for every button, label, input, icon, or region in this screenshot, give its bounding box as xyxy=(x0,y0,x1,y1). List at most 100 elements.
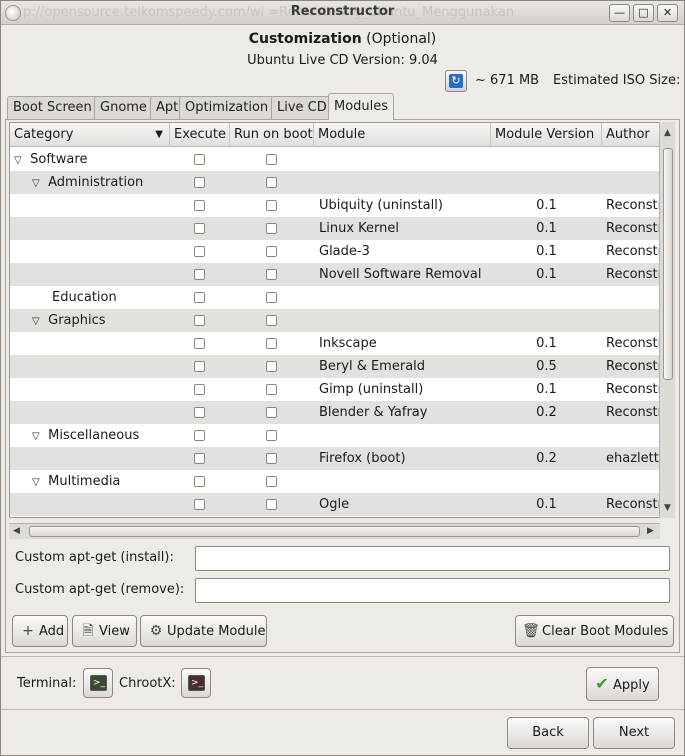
terminal-button[interactable]: >_ xyxy=(83,668,113,698)
run-on-boot-checkbox[interactable] xyxy=(266,476,277,487)
tab-gnome[interactable]: Gnome xyxy=(94,96,153,119)
back-button[interactable]: Back xyxy=(507,717,589,749)
apply-button[interactable]: ✔ Apply xyxy=(586,667,659,701)
tree-row[interactable]: ▽ Graphics xyxy=(10,309,659,332)
tree-row[interactable]: Novell Software Removal 0.1 Reconstr xyxy=(10,263,660,286)
run-on-boot-checkbox[interactable] xyxy=(266,407,277,418)
expander-icon[interactable]: ▽ xyxy=(32,310,44,332)
modules-tree[interactable]: Category ▼ Execute Run on boot Module Mod… xyxy=(9,122,660,518)
author-cell: Reconstr xyxy=(606,267,660,282)
execute-checkbox[interactable] xyxy=(194,476,205,487)
category-label: Administration xyxy=(44,175,144,190)
expander-icon[interactable]: ▽ xyxy=(32,425,44,447)
tree-row[interactable]: Linux Kernel 0.1 Reconstr xyxy=(10,217,659,240)
author-cell xyxy=(606,148,659,171)
run-on-boot-checkbox[interactable] xyxy=(266,246,277,257)
run-on-boot-checkbox[interactable] xyxy=(266,430,277,441)
run-on-boot-checkbox[interactable] xyxy=(266,269,277,280)
expander-icon[interactable]: ▽ xyxy=(14,149,26,171)
execute-checkbox[interactable] xyxy=(194,246,205,257)
maximize-button[interactable]: □ xyxy=(633,4,654,22)
apt-remove-input[interactable] xyxy=(195,578,670,603)
apt-install-label: Custom apt-get (install): xyxy=(15,550,174,565)
update-module-button[interactable]: ⚙ Update Module xyxy=(140,615,267,647)
view-button[interactable]: 🗎 View xyxy=(72,615,137,647)
tree-row[interactable]: ▽ Miscellaneous xyxy=(10,424,659,447)
execute-checkbox[interactable] xyxy=(194,430,205,441)
column-module-version[interactable]: Module Version xyxy=(491,123,602,147)
tree-row[interactable]: ▽ Administration xyxy=(10,171,659,194)
expander-icon[interactable]: ▽ xyxy=(32,172,44,194)
tree-row[interactable]: Ogle 0.1 Reconstr xyxy=(10,493,659,516)
execute-checkbox[interactable] xyxy=(194,223,205,234)
tree-row[interactable]: Education xyxy=(10,286,659,309)
tree-row[interactable]: Inkscape 0.1 Reconstr xyxy=(10,332,659,355)
tree-horizontal-scrollbar[interactable]: ◀ ▶ xyxy=(9,523,660,539)
run-on-boot-checkbox[interactable] xyxy=(266,177,277,188)
run-on-boot-checkbox[interactable] xyxy=(266,361,277,372)
clear-boot-modules-button[interactable]: 🗑 Clear Boot Modules xyxy=(515,615,674,647)
run-on-boot-checkbox[interactable] xyxy=(266,315,277,326)
next-button[interactable]: Next xyxy=(593,717,675,749)
execute-checkbox[interactable] xyxy=(194,200,205,211)
horizontal-scroll-thumb[interactable] xyxy=(29,526,640,537)
tree-row[interactable]: Blender & Yafray 0.2 Reconstr xyxy=(10,401,659,424)
scroll-left-icon[interactable]: ◀ xyxy=(13,526,20,536)
tree-row[interactable]: ▽ Multimedia xyxy=(10,470,659,493)
scroll-up-icon[interactable]: ▲ xyxy=(664,128,671,138)
execute-checkbox[interactable] xyxy=(194,269,205,280)
execute-checkbox[interactable] xyxy=(194,361,205,372)
category-cell xyxy=(50,217,200,240)
scroll-right-icon[interactable]: ▶ xyxy=(647,526,654,536)
run-on-boot-checkbox[interactable] xyxy=(266,453,277,464)
tree-vertical-scrollbar[interactable]: ▲ ▼ xyxy=(659,122,675,518)
column-execute[interactable]: Execute xyxy=(170,123,230,147)
run-on-boot-checkbox[interactable] xyxy=(266,499,277,510)
run-on-boot-checkbox[interactable] xyxy=(266,384,277,395)
execute-checkbox[interactable] xyxy=(194,453,205,464)
chevron-down-icon: ▼ xyxy=(155,129,163,140)
column-module[interactable]: Module xyxy=(314,123,491,147)
column-run-on-boot[interactable]: Run on boot xyxy=(230,123,314,147)
expander-icon[interactable]: ▽ xyxy=(32,471,44,493)
chrootx-button[interactable]: >_ xyxy=(181,668,211,698)
tab-live-cd[interactable]: Live CD xyxy=(271,96,333,119)
tree-row[interactable]: Gimp (uninstall) 0.1 Reconstr xyxy=(10,378,659,401)
tree-row[interactable]: Beryl & Emerald 0.5 Reconstr xyxy=(10,355,659,378)
run-on-boot-checkbox[interactable] xyxy=(266,200,277,211)
author-cell xyxy=(606,171,659,194)
terminal-label: Terminal: xyxy=(17,676,77,691)
execute-checkbox[interactable] xyxy=(194,292,205,303)
run-on-boot-checkbox[interactable] xyxy=(266,338,277,349)
scroll-down-icon[interactable]: ▼ xyxy=(664,503,671,513)
tab-boot-screen[interactable]: Boot Screen xyxy=(7,96,98,119)
tree-row[interactable]: Firefox (boot) 0.2 ehazlett xyxy=(10,447,659,470)
module-cell: Novell Software Removal xyxy=(319,267,482,282)
execute-checkbox[interactable] xyxy=(194,177,205,188)
minimize-button[interactable]: — xyxy=(609,4,630,22)
execute-checkbox[interactable] xyxy=(194,154,205,165)
execute-checkbox[interactable] xyxy=(194,338,205,349)
vertical-scroll-thumb[interactable] xyxy=(663,148,673,380)
execute-checkbox[interactable] xyxy=(194,384,205,395)
execute-checkbox[interactable] xyxy=(194,407,205,418)
column-author[interactable]: Author xyxy=(602,123,659,147)
tree-row[interactable]: Glade-3 0.1 Reconstr xyxy=(10,240,659,263)
run-on-boot-checkbox[interactable] xyxy=(266,223,277,234)
version-cell xyxy=(491,309,602,332)
tree-row[interactable]: Ubiquity (uninstall) 0.1 Reconstr xyxy=(10,194,659,217)
execute-checkbox[interactable] xyxy=(194,315,205,326)
refresh-size-button[interactable]: ↻ xyxy=(445,70,467,92)
column-category[interactable]: Category ▼ xyxy=(10,123,170,147)
title-bar[interactable]: p://opensource.telkomspeedy.com/wi =Rema… xyxy=(1,1,684,25)
execute-checkbox[interactable] xyxy=(194,499,205,510)
run-on-boot-checkbox[interactable] xyxy=(266,292,277,303)
tree-row[interactable]: ▽ Software xyxy=(10,148,659,171)
apt-install-input[interactable] xyxy=(195,546,670,571)
add-button[interactable]: + Add xyxy=(12,615,68,647)
run-on-boot-checkbox[interactable] xyxy=(266,154,277,165)
tab-modules[interactable]: Modules xyxy=(328,93,395,120)
module-cell: Glade-3 xyxy=(319,244,370,259)
tab-optimization[interactable]: Optimization xyxy=(179,96,275,119)
close-button[interactable]: ✕ xyxy=(657,4,678,22)
